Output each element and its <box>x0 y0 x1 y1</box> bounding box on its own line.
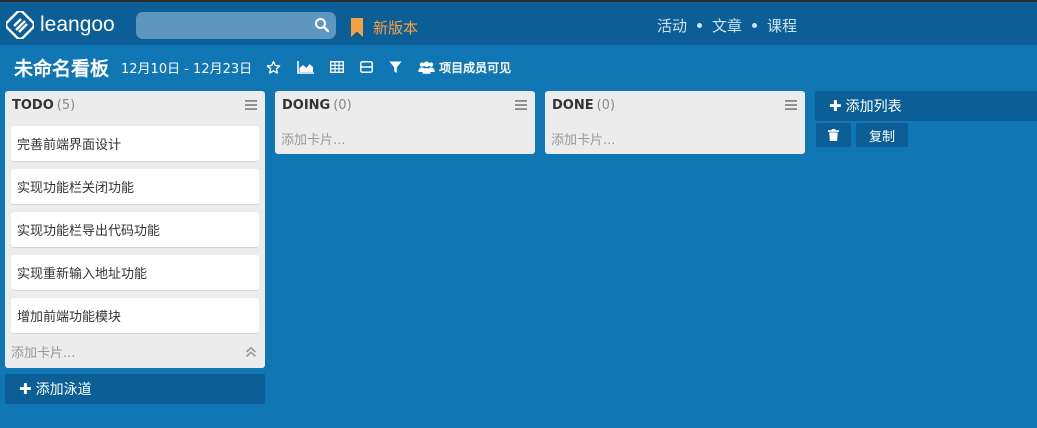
topnav-item-articles[interactable]: 文章 <box>712 15 742 36</box>
chart-button[interactable] <box>297 60 315 74</box>
filter-button[interactable] <box>389 61 402 74</box>
card[interactable]: 实现功能栏关闭功能 <box>11 169 259 205</box>
hamburger-menu-icon[interactable] <box>245 100 257 110</box>
visibility-setting[interactable]: 项目成员可见 <box>418 59 511 76</box>
filter-icon <box>389 61 402 73</box>
list-title[interactable]: DOING <box>282 98 330 113</box>
star-icon <box>266 60 281 74</box>
logo-text: leangoo <box>40 13 115 36</box>
bookmark-icon <box>351 18 363 37</box>
card[interactable]: 完善前端界面设计 <box>11 126 259 162</box>
nav-separator-dot <box>752 23 758 28</box>
list-card-count: (5) <box>56 98 76 113</box>
star-button[interactable] <box>266 60 281 75</box>
card-title: 实现功能栏导出代码功能 <box>17 224 161 239</box>
add-card-label: 添加卡片... <box>551 132 616 148</box>
table-view-button[interactable] <box>330 61 345 73</box>
topnav-item-courses[interactable]: 课程 <box>767 15 797 36</box>
search-icon[interactable] <box>314 17 330 33</box>
card-title: 完善前端界面设计 <box>17 138 122 153</box>
list-header: DONE (0) <box>545 91 805 119</box>
list-title[interactable]: TODO <box>12 98 54 113</box>
table-icon <box>330 61 345 73</box>
add-card-label: 添加卡片... <box>11 345 76 361</box>
new-version-label: 新版本 <box>373 19 419 37</box>
plus-icon: ✚ <box>829 97 842 115</box>
area-chart-icon <box>297 60 315 74</box>
add-list-label: 添加列表 <box>845 99 902 115</box>
board-date-range[interactable]: 12月10日 - 12月23日 <box>121 58 252 77</box>
card-title: 实现功能栏关闭功能 <box>17 181 135 196</box>
search-box <box>136 12 336 39</box>
users-icon <box>418 60 435 74</box>
copy-label: 复制 <box>868 129 895 145</box>
card-title: 增加前端功能模块 <box>17 310 122 325</box>
hamburger-menu-icon[interactable] <box>785 100 797 110</box>
card[interactable]: 增加前端功能模块 <box>11 298 259 334</box>
swimlane-view-button[interactable] <box>360 61 374 73</box>
plus-icon: ✚ <box>19 380 32 398</box>
top-bar: leangoo 新版本 活动 文章 课程 <box>0 0 1037 45</box>
list-header: DOING (0) <box>275 91 535 119</box>
visibility-label: 项目成员可见 <box>439 60 512 75</box>
topnav-item-activity[interactable]: 活动 <box>657 15 687 36</box>
list-card-count: (0) <box>333 97 352 113</box>
nav-separator-dot <box>697 23 703 28</box>
search-input[interactable] <box>136 12 306 39</box>
app-logo[interactable]: leangoo <box>6 11 115 39</box>
copy-button[interactable]: 复制 <box>856 123 908 147</box>
list-card-count: (0) <box>596 97 616 113</box>
list-done: DONE (0) 添加卡片... <box>545 91 805 154</box>
card[interactable]: 实现重新输入地址功能 <box>11 255 259 291</box>
delete-button[interactable] <box>816 123 851 147</box>
add-list-button[interactable]: ✚ 添加列表 <box>815 91 1037 121</box>
add-card-link[interactable]: 添加卡片... <box>545 125 805 151</box>
card-title: 实现重新输入地址功能 <box>17 267 148 282</box>
add-card-link[interactable]: 添加卡片... <box>5 338 265 364</box>
list-title[interactable]: DONE <box>552 98 594 113</box>
add-swimlane-button[interactable]: ✚ 添加泳道 <box>5 374 265 404</box>
double-chevron-up-icon[interactable] <box>245 346 257 358</box>
card[interactable]: 实现功能栏导出代码功能 <box>11 212 259 248</box>
list-todo: TODO (5) 完善前端界面设计 实现功能栏关闭功能 实现功能栏导出代码功能 … <box>5 91 265 368</box>
board-toolbar: 未命名看板 12月10日 - 12月23日 项目成员可见 <box>14 53 511 81</box>
new-version-link[interactable]: 新版本 <box>350 17 418 38</box>
add-card-label: 添加卡片... <box>281 132 346 148</box>
swimlane-icon <box>360 61 374 73</box>
top-nav: 活动 文章 课程 <box>657 15 797 36</box>
list-doing: DOING (0) 添加卡片... <box>275 91 535 154</box>
leangoo-logo-icon <box>6 11 34 39</box>
board-title[interactable]: 未命名看板 <box>14 54 109 81</box>
list-header: TODO (5) <box>5 91 265 120</box>
add-swimlane-label: 添加泳道 <box>35 382 92 398</box>
hamburger-menu-icon[interactable] <box>515 100 527 110</box>
add-card-link[interactable]: 添加卡片... <box>275 125 535 151</box>
trash-icon <box>828 129 839 141</box>
